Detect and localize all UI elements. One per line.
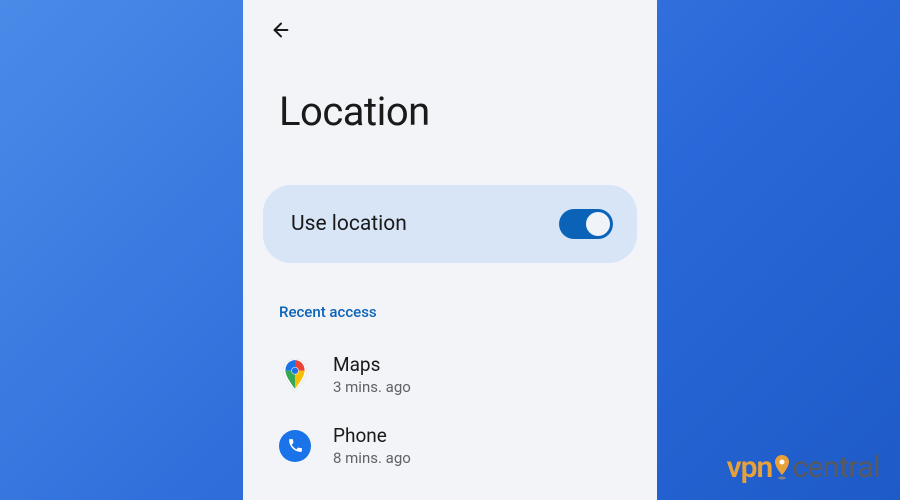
list-item[interactable]: Phone 8 mins. ago xyxy=(243,410,657,481)
maps-icon xyxy=(279,359,311,391)
watermark-part2: central xyxy=(792,450,880,485)
back-arrow-icon xyxy=(270,19,292,41)
recent-access-header: Recent access xyxy=(279,303,657,321)
app-text: Maps 3 mins. ago xyxy=(333,353,411,396)
recent-apps-list: Maps 3 mins. ago Phone 8 mins. ago xyxy=(243,339,657,481)
watermark-logo: vpn central xyxy=(727,450,880,485)
use-location-label: Use location xyxy=(291,212,407,236)
app-text: Phone 8 mins. ago xyxy=(333,424,411,467)
page-title: Location xyxy=(279,88,657,135)
back-button[interactable] xyxy=(265,14,297,46)
use-location-toggle[interactable] xyxy=(559,209,613,239)
app-name: Maps xyxy=(333,353,411,376)
app-time: 3 mins. ago xyxy=(333,378,411,396)
toggle-thumb xyxy=(586,212,610,236)
app-name: Phone xyxy=(333,424,411,447)
list-item[interactable]: Maps 3 mins. ago xyxy=(243,339,657,410)
phone-icon xyxy=(279,430,311,462)
pin-icon xyxy=(774,455,790,481)
use-location-row[interactable]: Use location xyxy=(263,185,637,263)
settings-screen: Location Use location Recent access xyxy=(243,0,657,500)
app-time: 8 mins. ago xyxy=(333,449,411,467)
watermark-part1: vpn xyxy=(727,450,773,485)
